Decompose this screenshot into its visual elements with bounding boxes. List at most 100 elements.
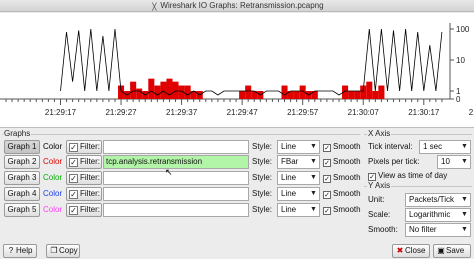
graph-color-label[interactable]: Color [43,187,62,201]
graph-toggle-button[interactable]: Graph 2 [4,155,40,169]
filter-input[interactable] [103,140,249,154]
unit-select[interactable]: Packets/Tick ▼ [405,193,471,207]
scale-label: Scale: [368,210,391,219]
io-graph-plot[interactable]: 100 10 1 0 21:29:17 21:29:27 21:29:37 21:29:47 2… [0,13,474,128]
graph-row: Graph 4 Color ✓ Filter: Style: Line ▼ ✓ Smooth [2,187,362,201]
view-time-of-day-checkbox[interactable]: ✓ [368,173,376,181]
scale-select[interactable]: Logarithmic ▼ [405,208,471,222]
smooth-checkbox[interactable]: ✓ [323,191,331,199]
graph-toggle-button[interactable]: Graph 1 [4,140,40,154]
retransmission-bar [372,91,379,99]
smooth-option-label: Smooth [333,157,361,166]
smooth-option[interactable]: ✓ Smooth [323,187,361,201]
style-label: Style: [252,142,273,151]
smooth-checkbox[interactable]: ✓ [323,207,331,215]
scale-value: Logarithmic [409,210,451,219]
filter-button-label: Filter: [80,205,100,214]
x-tick-label: 21:30:27 [469,108,474,117]
retransmission-bar [172,81,179,99]
retransmission-bar [166,78,173,99]
retransmission-bar [281,85,288,99]
style-label: Style: [252,189,273,198]
retransmission-bar [354,91,361,99]
filter-checkbox[interactable]: ✓ [69,206,78,215]
filter-button[interactable]: ✓ Filter: [66,203,102,217]
smooth-checkbox[interactable]: ✓ [323,144,331,152]
x-tick-label: 21:29:27 [105,108,137,117]
unit-label: Unit: [368,195,385,204]
style-select[interactable]: Line ▼ [277,171,320,185]
filter-input[interactable] [103,171,249,185]
filter-input[interactable] [103,187,249,201]
io-graph-chart: 100101021:29:17 21:29:27 21:29:37 21:29:47 2… [0,23,474,117]
filter-button[interactable]: ✓ Filter: [66,187,102,201]
style-value: FBar [281,157,299,166]
retransmission-bar [239,91,246,99]
packets-line [60,28,443,96]
graph-row: Graph 3 Color ✓ Filter: Style: Line ▼ ✓ Smooth [2,171,362,185]
style-select[interactable]: Line ▼ [277,203,320,217]
graphs-group-title: Graphs [3,129,32,138]
filter-input[interactable]: tcp.analysis.retransmission [103,155,249,169]
style-value: Line [281,173,297,182]
smooth-option-label: Smooth [333,189,361,198]
chevron-down-icon: ▼ [459,141,470,153]
x-tick-label: 21:29:57 [287,108,319,117]
pixels-per-tick-select[interactable]: 10 ▼ [437,155,471,169]
retransmission-bar [293,91,300,99]
x-tick-label: 21:29:17 [45,108,77,117]
filter-button[interactable]: ✓ Filter: [66,140,102,154]
tick-interval-select[interactable]: 1 sec ▼ [419,140,471,154]
retransmission-bar [184,85,191,99]
style-value: Line [281,142,297,151]
filter-button-label: Filter: [80,189,100,198]
chevron-down-icon: ▼ [308,172,319,184]
graph-color-label[interactable]: Color [43,203,62,217]
style-select[interactable]: Line ▼ [277,187,320,201]
help-button[interactable]: ? Help [3,244,37,258]
y-tick-label: 100 [456,25,470,34]
save-button[interactable]: ▣Save [433,244,471,258]
smooth-option[interactable]: ✓ Smooth [323,171,361,185]
filter-checkbox[interactable]: ✓ [69,174,78,183]
smooth-checkbox[interactable]: ✓ [323,175,331,183]
save-button-label: Save [446,246,465,255]
close-button-label: Close [405,246,426,255]
smooth-option-label: Smooth [333,142,361,151]
smooth-option[interactable]: ✓ Smooth [323,203,361,217]
retransmission-bar [148,78,155,99]
mouse-cursor-icon: ↖ [165,167,173,177]
smooth-checkbox[interactable]: ✓ [323,159,331,167]
smooth-select[interactable]: No filter ▼ [405,223,471,237]
copy-icon: ❐ [50,246,58,255]
graph-toggle-button[interactable]: Graph 5 [4,203,40,217]
filter-checkbox[interactable]: ✓ [69,143,78,152]
style-label: Style: [252,173,273,182]
retransmission-bar [245,85,252,99]
chevron-down-icon: ▼ [308,188,319,200]
filter-button[interactable]: ✓ Filter: [66,155,102,169]
graph-row: Graph 2 Color ✓ Filter: tcp.analysis.retrans… [2,155,362,169]
smooth-option-label: Smooth [333,205,361,214]
graph-color-label[interactable]: Color [43,171,62,185]
graph-color-label[interactable]: Color [43,155,62,169]
io-graphs-window: ╳ Wireshark IO Graphs: Retransmission.pca… [0,0,474,259]
style-select[interactable]: Line ▼ [277,140,320,154]
graph-toggle-button[interactable]: Graph 4 [4,187,40,201]
y-tick-label: 10 [456,56,465,65]
tick-interval-label: Tick interval: [368,142,413,151]
graph-color-label[interactable]: Color [43,140,62,154]
graph-toggle-button[interactable]: Graph 3 [4,171,40,185]
smooth-option[interactable]: ✓ Smooth [323,140,361,154]
copy-button[interactable]: ❐Copy [46,244,80,258]
wireshark-x-icon: ╳ [152,4,157,11]
filter-checkbox[interactable]: ✓ [69,190,78,199]
title-bar: ╳ Wireshark IO Graphs: Retransmission.pca… [0,0,474,12]
close-button[interactable]: ✖ Close [392,244,430,258]
style-select[interactable]: FBar ▼ [277,155,320,169]
chevron-down-icon: ▼ [459,224,470,236]
filter-input[interactable] [103,203,249,217]
filter-checkbox[interactable]: ✓ [69,158,78,167]
smooth-option[interactable]: ✓ Smooth [323,155,361,169]
filter-button[interactable]: ✓ Filter: [66,171,102,185]
